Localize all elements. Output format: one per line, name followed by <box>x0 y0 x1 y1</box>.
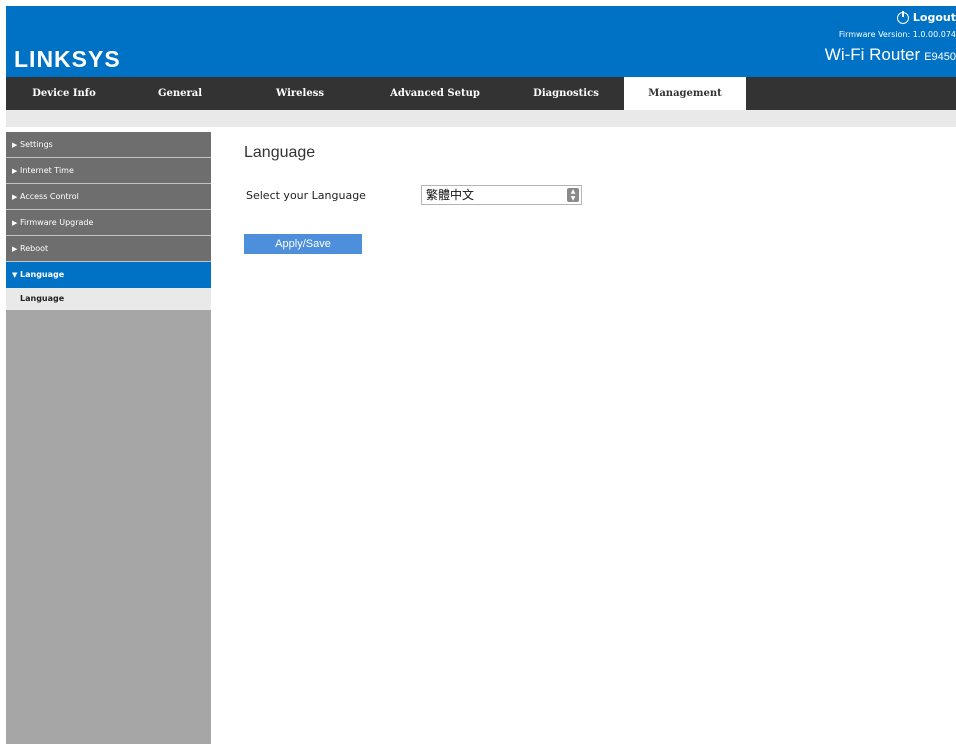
sidebar-item-language[interactable]: ▼ Language <box>6 262 211 288</box>
sidebar-item-label: Language <box>20 270 65 279</box>
sidebar-item-label: Settings <box>20 140 53 149</box>
sidebar-item-firmware-upgrade[interactable]: ▶ Firmware Upgrade <box>6 210 211 236</box>
sidebar-item-label: Firmware Upgrade <box>20 218 94 227</box>
sidebar: ▶ Settings ▶ Internet Time ▶ Access Control… <box>6 132 211 744</box>
logout-label: Logout <box>912 11 956 24</box>
header: LINKSYS Logout Firmware Version: 1.0.00.… <box>6 6 956 77</box>
sidebar-item-label: Reboot <box>20 244 49 253</box>
language-select[interactable]: 繁體中文 ▲ ▼ <box>421 185 582 205</box>
tab-diagnostics[interactable]: Diagnostics <box>508 77 624 110</box>
top-nav: Device Info General Wireless Advanced Se… <box>6 77 956 110</box>
language-label: Select your Language <box>246 189 366 202</box>
caret-down-icon: ▼ <box>12 271 18 279</box>
sidebar-item-settings[interactable]: ▶ Settings <box>6 132 211 158</box>
tab-device-info[interactable]: Device Info <box>6 77 122 110</box>
logout-button[interactable]: Logout <box>896 10 956 24</box>
apply-save-button[interactable]: Apply/Save <box>244 234 362 254</box>
firmware-version: Firmware Version: 1.0.00.074 <box>838 30 956 39</box>
caret-right-icon: ▶ <box>12 193 18 201</box>
sidebar-item-label: Access Control <box>20 192 79 201</box>
router-model: E9450 <box>924 51 956 63</box>
language-select-value: 繁體中文 <box>426 188 475 202</box>
select-spinner-icon: ▲ ▼ <box>567 188 579 202</box>
sub-bar <box>6 110 956 127</box>
caret-right-icon: ▶ <box>12 141 18 149</box>
router-name: Wi-Fi Router <box>824 45 921 64</box>
caret-right-icon: ▶ <box>12 167 18 175</box>
sidebar-item-access-control[interactable]: ▶ Access Control <box>6 184 211 210</box>
power-icon <box>896 10 909 24</box>
sidebar-subitem-language[interactable]: Language <box>6 288 211 310</box>
tab-management[interactable]: Management <box>624 77 746 110</box>
linksys-logo: LINKSYS <box>14 46 121 72</box>
tab-general[interactable]: General <box>122 77 238 110</box>
router-admin-page: LINKSYS Logout Firmware Version: 1.0.00.… <box>6 6 956 744</box>
tab-wireless[interactable]: Wireless <box>238 77 362 110</box>
caret-right-icon: ▶ <box>12 245 18 253</box>
router-title: Wi-Fi Router E9450 <box>825 45 956 65</box>
sidebar-item-internet-time[interactable]: ▶ Internet Time <box>6 158 211 184</box>
caret-right-icon: ▶ <box>12 219 18 227</box>
page-title: Language <box>244 144 316 161</box>
tab-advanced-setup[interactable]: Advanced Setup <box>362 77 508 110</box>
sidebar-item-label: Internet Time <box>20 166 74 175</box>
sidebar-item-reboot[interactable]: ▶ Reboot <box>6 236 211 262</box>
